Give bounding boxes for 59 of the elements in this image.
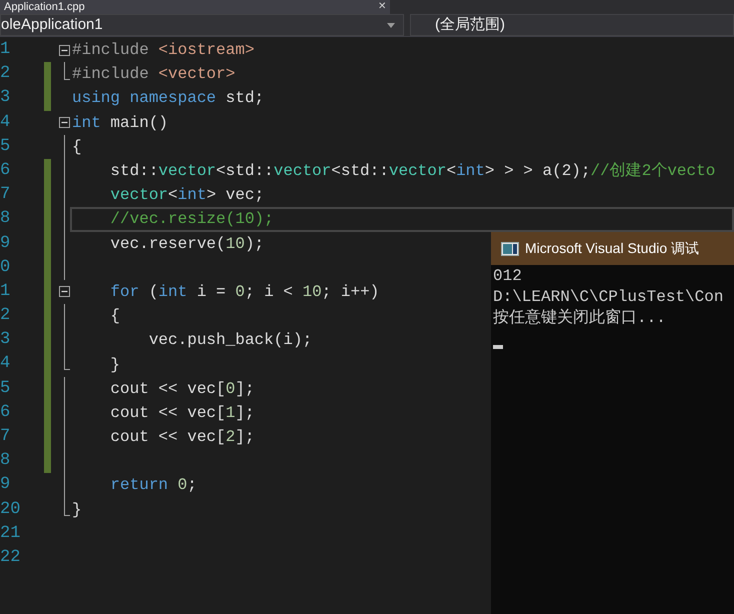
line-number: 0 xyxy=(0,256,12,279)
collapse-icon[interactable] xyxy=(58,286,70,298)
console-output: D:\LEARN\C\CPlusTest\Con xyxy=(493,287,724,308)
code-line: std::vector<std::vector<std::vector<int> > > a(2);//创建2个vecto xyxy=(109,160,716,182)
console-title: Microsoft Visual Studio 调试 xyxy=(525,239,700,258)
line-number: 6 xyxy=(0,402,12,424)
code-line: cout << vec[2]; xyxy=(109,427,254,448)
code-line: int main() xyxy=(72,112,168,134)
line-number: 7 xyxy=(0,184,12,206)
code-line: } xyxy=(72,500,82,521)
line-number: 3 xyxy=(0,87,12,110)
line-number: 21 xyxy=(0,522,22,545)
line-number: 20 xyxy=(0,498,22,521)
code-line: #include <vector> xyxy=(72,64,236,86)
line-number: 2 xyxy=(0,63,12,86)
code-line: using namespace std; xyxy=(72,88,264,110)
line-number: 4 xyxy=(0,353,12,376)
console-output: 按任意键关闭此窗口... xyxy=(493,308,667,329)
code-line: { xyxy=(72,136,82,158)
line-number: 3 xyxy=(0,329,12,352)
code-line: { xyxy=(109,306,120,328)
console-icon xyxy=(501,242,519,256)
code-line: } xyxy=(109,354,120,376)
fold-end-line xyxy=(64,352,70,370)
code-line: for (int i = 0; i < 10; i++) xyxy=(109,282,380,303)
line-number: 6 xyxy=(0,160,12,182)
line-number: 1 xyxy=(0,39,12,61)
collapse-icon[interactable] xyxy=(58,117,70,128)
code-line: cout << vec[0]; xyxy=(109,378,254,400)
line-number: 22 xyxy=(0,546,22,569)
code-line: vec.reserve(10); xyxy=(109,234,264,255)
code-line: vec.push_back(i); xyxy=(148,330,312,352)
close-icon[interactable]: ✕ xyxy=(378,1,386,13)
fold-end-line xyxy=(64,498,70,516)
fold-end-line xyxy=(64,62,70,80)
scope-dropdown[interactable]: (全局范围) xyxy=(410,14,734,36)
line-number: 5 xyxy=(0,136,12,158)
code-line: //vec.resize(10); xyxy=(109,209,274,230)
line-number: 8 xyxy=(0,450,12,472)
caret-icon xyxy=(387,22,395,28)
project-name: oleApplication1 xyxy=(1,14,103,35)
line-number: 5 xyxy=(0,378,12,400)
line-number: 2 xyxy=(0,305,12,328)
console-output: 012 xyxy=(493,266,523,287)
code-line: vector<int> vec; xyxy=(109,185,264,206)
project-dropdown[interactable]: oleApplication1 xyxy=(0,14,404,36)
code-line: #include <iostream> xyxy=(72,40,254,62)
scope-name: (全局范围) xyxy=(435,14,505,35)
collapse-icon[interactable] xyxy=(58,44,70,56)
line-number: 8 xyxy=(0,208,12,230)
file-tab[interactable]: Application1.cpp ✕ xyxy=(0,0,390,14)
code-line: cout << vec[1]; xyxy=(109,402,254,424)
line-number: 1 xyxy=(0,280,12,303)
line-number: 7 xyxy=(0,426,12,448)
tab-title: Application1.cpp xyxy=(4,1,85,13)
code-line: return 0; xyxy=(109,475,197,496)
line-number: 9 xyxy=(0,232,12,254)
line-number: 4 xyxy=(0,112,12,134)
line-number: 9 xyxy=(0,474,12,496)
